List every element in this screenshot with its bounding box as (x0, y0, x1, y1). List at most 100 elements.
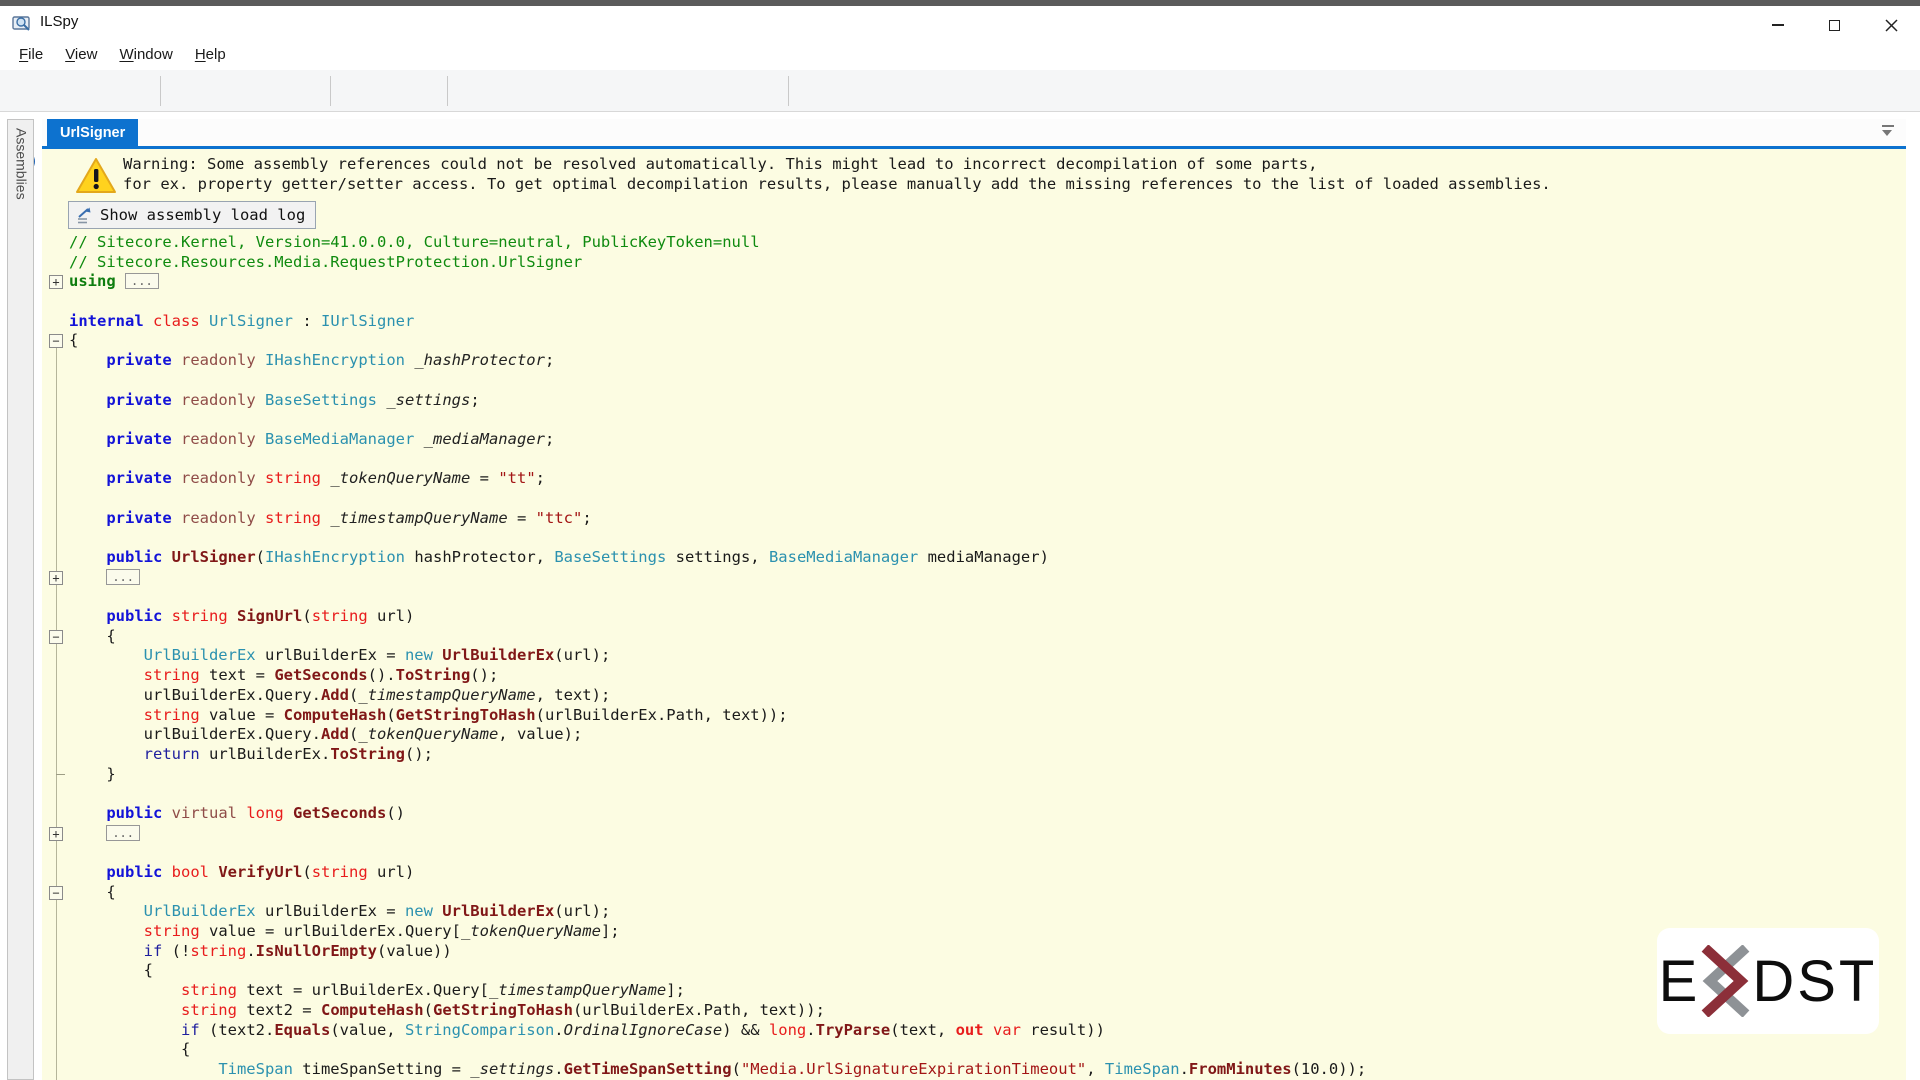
code-token: Equals (274, 1021, 330, 1039)
code-line: // Sitecore.Kernel, Version=41.0.0.0, Cu… (42, 233, 1906, 253)
code-token: result)) (1021, 1021, 1105, 1039)
code-token: UrlSigner (172, 548, 256, 566)
code-line: + ... (42, 568, 1906, 588)
code-token (69, 469, 106, 487)
code-token: BaseSettings (265, 391, 377, 409)
fold-collapse-marker[interactable]: − (49, 334, 63, 348)
code-line: if (text2.Equals(value, StringComparison… (42, 1021, 1906, 1041)
menu-window[interactable]: Window (108, 42, 183, 67)
code-token: (). (368, 666, 396, 684)
fold-expand-marker[interactable]: + (49, 571, 63, 585)
fold-collapse-marker[interactable]: − (49, 630, 63, 644)
code-token: : (293, 312, 321, 330)
code-token: readonly (181, 391, 256, 409)
code-token (69, 902, 144, 920)
code-line: private readonly string _tokenQueryName … (42, 469, 1906, 489)
code-token (69, 942, 144, 960)
code-token: GetTimeSpanSetting (564, 1060, 732, 1078)
show-assembly-load-log-button[interactable]: Show assembly load log (68, 201, 316, 229)
code-line: private readonly IHashEncryption _hashPr… (42, 351, 1906, 371)
code-line (42, 489, 1906, 509)
code-token: SignUrl (237, 607, 302, 625)
code-token: out (956, 1021, 984, 1039)
code-token (69, 706, 144, 724)
code-token: hashProtector, (405, 548, 554, 566)
code-line: return urlBuilderEx.ToString(); (42, 745, 1906, 765)
menu-file[interactable]: File (8, 42, 54, 67)
code-token (69, 646, 144, 664)
code-token: . (806, 1021, 815, 1039)
code-token (172, 351, 181, 369)
maximize-icon (1829, 20, 1840, 31)
code-token (162, 607, 171, 625)
code-token: urlBuilderEx = (256, 646, 405, 664)
code-token: virtual (172, 804, 237, 822)
code-token: { (69, 961, 153, 979)
code-token: return (144, 745, 200, 763)
folded-region-box[interactable]: ... (106, 569, 140, 585)
fold-expand-marker[interactable]: + (49, 275, 63, 289)
fold-collapse-marker[interactable]: − (49, 886, 63, 900)
toolbar-separator (160, 76, 161, 106)
code-token: OrdinalIgnoreCase (564, 1021, 723, 1039)
folded-region-box[interactable]: ... (125, 273, 159, 289)
code-token: string (265, 469, 321, 487)
code-token: = (508, 509, 536, 527)
code-line: { (42, 1040, 1906, 1060)
code-token: TryParse (816, 1021, 891, 1039)
code-token: class (153, 312, 200, 330)
code-token: string (144, 922, 200, 940)
folded-region-box[interactable]: ... (106, 825, 140, 841)
code-token: . (246, 942, 255, 960)
code-token (321, 469, 330, 487)
code-token: public (106, 804, 162, 822)
tab-urlsigner[interactable]: UrlSigner (47, 119, 138, 146)
code-token (69, 981, 181, 999)
code-line: public virtual long GetSeconds() (42, 804, 1906, 824)
code-token: (value, (330, 1021, 405, 1039)
code-token (377, 391, 386, 409)
code-token (69, 804, 106, 822)
code-token (256, 469, 265, 487)
code-line: −{ (42, 331, 1906, 351)
code-token: Add (321, 686, 349, 704)
code-token: Add (321, 725, 349, 743)
warning-text-line2: for ex. property getter/setter access. T… (123, 175, 1551, 195)
tab-list-dropdown-icon[interactable] (1882, 125, 1894, 136)
close-icon (1885, 19, 1898, 32)
code-token: (); (470, 666, 498, 684)
code-token: ( (732, 1060, 741, 1078)
code-line: } (42, 765, 1906, 785)
code-token: _hashProtector (414, 351, 545, 369)
watermark-letter-e: E (1659, 948, 1701, 1015)
code-token: string (312, 607, 368, 625)
code-token (414, 430, 423, 448)
code-token (256, 391, 265, 409)
toolbar-separator (330, 76, 331, 106)
code-token: ( (386, 706, 395, 724)
code-token: private (106, 430, 171, 448)
code-line: string value = ComputeHash(GetStringToHa… (42, 706, 1906, 726)
menu-bar: FileViewWindowHelp (0, 38, 1920, 70)
code-token: bool (172, 863, 209, 881)
code-token: . (554, 1021, 563, 1039)
code-token: _mediaManager (424, 430, 545, 448)
menu-view[interactable]: View (54, 42, 108, 67)
code-token: , (1086, 1060, 1105, 1078)
code-token: BaseMediaManager (265, 430, 414, 448)
code-line: string text = GetSeconds().ToString(); (42, 666, 1906, 686)
menu-help[interactable]: Help (184, 42, 237, 67)
code-token (69, 666, 144, 684)
code-token (116, 272, 125, 290)
code-token: (urlBuilderEx.Path, text)); (536, 706, 788, 724)
code-token (405, 351, 414, 369)
code-token (69, 863, 106, 881)
code-token: ComputeHash (284, 706, 387, 724)
code-token: UrlBuilderEx (442, 902, 554, 920)
code-token: (10.0)); (1292, 1060, 1367, 1078)
fold-expand-marker[interactable]: + (49, 827, 63, 841)
code-line (42, 587, 1906, 607)
code-line (42, 292, 1906, 312)
assemblies-panel-tab[interactable]: Assemblies (7, 119, 34, 1080)
code-token: ; (545, 430, 554, 448)
